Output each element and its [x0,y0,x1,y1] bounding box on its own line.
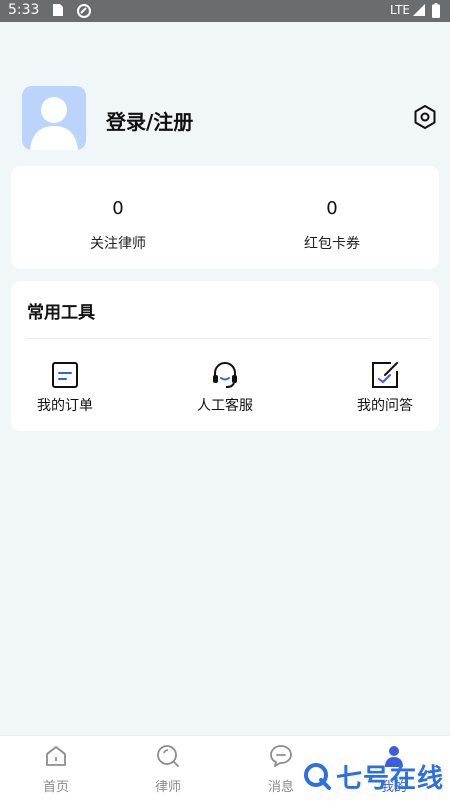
home-icon [46,746,66,766]
avatar[interactable] [22,86,86,150]
login-register-link[interactable]: 登录/注册 [106,106,193,135]
message-icon [270,745,292,767]
signal-icon [413,4,425,16]
data-saver-icon [77,4,91,18]
watermark-text: 七号在线 [335,763,444,794]
stat-label: 红包卡券 [304,236,360,252]
stat-value: 0 [112,198,124,219]
tools-card: 常用工具 我的订单 人工客服 我的问答 [11,281,439,431]
sim-card-icon [53,4,63,16]
status-bar: 5:33 LTE [0,0,450,22]
qa-icon [372,362,398,388]
watermark: 七号在线 [302,758,444,794]
stat-value: 0 [326,198,338,219]
tool-label: 我的订单 [37,398,93,414]
avatar-placeholder-icon [22,86,86,150]
order-icon [52,362,78,388]
tab-label: 首页 [42,780,69,795]
my-qa-button[interactable]: 我的问答 [325,361,445,421]
headset-icon [213,362,237,388]
watermark-logo-icon [303,763,331,790]
battery-icon [432,3,440,18]
lawyer-icon [157,745,179,767]
tool-label: 我的问答 [357,398,413,414]
coupons-stat[interactable]: 0 红包卡券 [225,166,439,269]
followed-lawyers-stat[interactable]: 0 关注律师 [11,166,225,269]
tool-label: 人工客服 [197,398,253,414]
status-time: 5:33 [8,2,40,18]
stat-label: 关注律师 [90,236,146,252]
tools-title: 常用工具 [27,303,95,323]
network-type: LTE [390,3,410,17]
divider [27,338,429,339]
tab-lawyers[interactable]: 律师 [112,736,224,801]
tab-label: 律师 [154,780,181,795]
customer-service-button[interactable]: 人工客服 [165,361,285,421]
profile-header: 登录/注册 [0,80,450,160]
tab-home[interactable]: 首页 [0,736,112,801]
settings-icon[interactable] [412,104,438,130]
my-orders-button[interactable]: 我的订单 [5,361,125,421]
stats-card: 0 关注律师 0 红包卡券 [11,166,439,269]
